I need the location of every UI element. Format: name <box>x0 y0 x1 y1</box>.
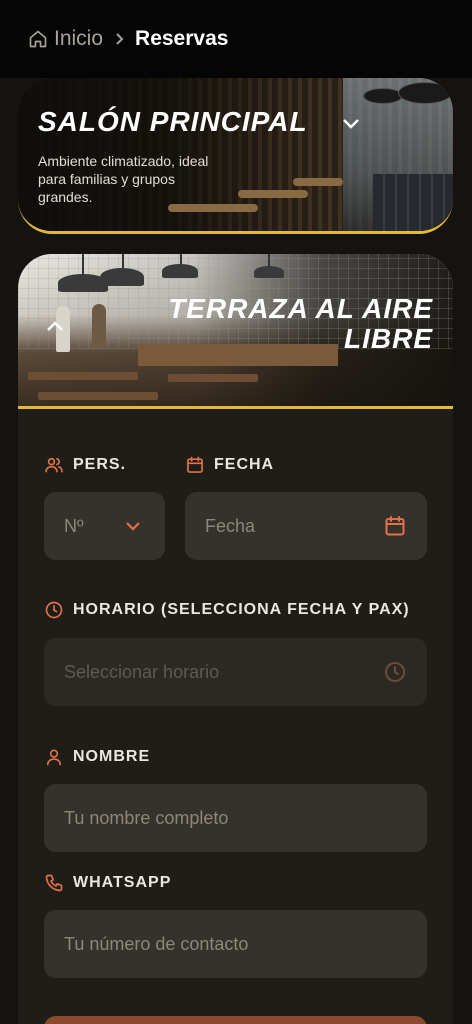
whatsapp-placeholder: Tu número de contacto <box>64 933 249 954</box>
user-icon <box>44 747 64 767</box>
calendar-icon[interactable] <box>383 514 407 538</box>
chevron-right-icon <box>113 32 125 46</box>
users-icon <box>44 455 64 475</box>
horario-select[interactable]: Seleccionar horario <box>44 638 427 706</box>
nombre-label: NOMBRE <box>44 747 150 767</box>
whatsapp-input[interactable]: Tu número de contacto <box>44 910 427 978</box>
pers-label: PERS. <box>44 455 126 475</box>
terraza-header[interactable]: TERRAZA AL AIRE LIBRE <box>18 254 453 409</box>
chevron-down-icon <box>126 522 140 531</box>
phone-icon <box>44 873 64 893</box>
fecha-input[interactable]: Fecha <box>185 492 427 560</box>
submit-button[interactable] <box>44 1016 427 1024</box>
horario-placeholder: Seleccionar horario <box>64 661 220 682</box>
pers-select[interactable]: Nº <box>44 492 165 560</box>
top-bar: Inicio Reservas <box>0 0 472 78</box>
fecha-placeholder: Fecha <box>205 515 256 536</box>
calendar-icon <box>185 455 205 475</box>
nombre-placeholder: Tu nombre completo <box>64 807 229 828</box>
chevron-up-icon[interactable] <box>44 315 66 337</box>
breadcrumb: Inicio Reservas <box>28 27 228 51</box>
terraza-title: TERRAZA AL AIRE LIBRE <box>168 293 433 354</box>
fecha-label: FECHA <box>185 455 274 475</box>
horario-label: HORARIO (SELECCIONA FECHA Y PAX) <box>44 600 410 620</box>
salon-principal-card[interactable]: SALÓN PRINCIPAL Ambiente climatizado, id… <box>18 78 453 234</box>
nombre-input[interactable]: Tu nombre completo <box>44 784 427 852</box>
home-icon[interactable] <box>28 29 48 49</box>
clock-icon <box>44 600 64 620</box>
breadcrumb-home-link[interactable]: Inicio <box>54 27 103 51</box>
whatsapp-label: WHATSAPP <box>44 873 171 893</box>
clock-icon <box>385 662 405 682</box>
chevron-down-icon[interactable] <box>340 112 362 134</box>
breadcrumb-current: Reservas <box>135 27 229 50</box>
salon-title: SALÓN PRINCIPAL <box>38 106 308 137</box>
pers-value: Nº <box>64 515 84 536</box>
salon-description: Ambiente climatizado, ideal para familia… <box>38 153 209 205</box>
